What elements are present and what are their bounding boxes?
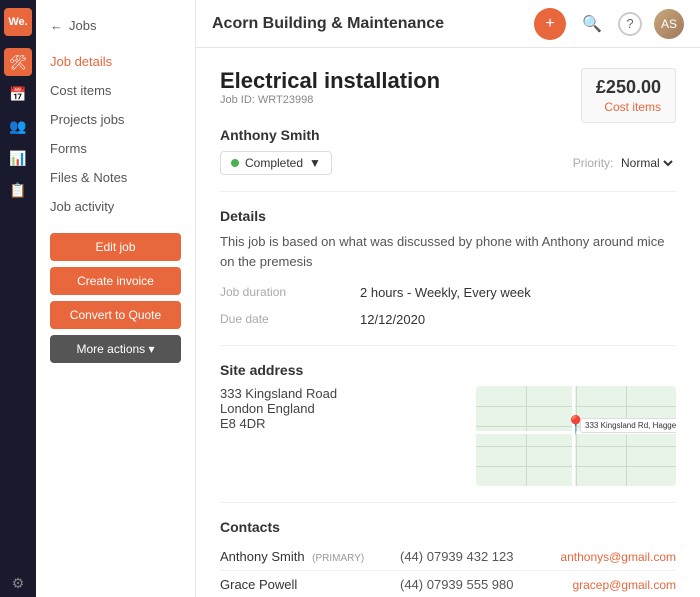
- due-date-value: 12/12/2020: [360, 310, 676, 329]
- sidebar-item-projects-jobs[interactable]: Projects jobs: [36, 105, 195, 134]
- job-title-block: Electrical installation Job ID: WRT23998: [220, 68, 440, 114]
- site-address-section: 333 Kingsland Road London England E8 4DR: [220, 386, 676, 486]
- rail-icon-briefcase[interactable]: 🛠: [4, 48, 32, 76]
- address-line2: London England: [220, 401, 460, 416]
- app-title: Acorn Building & Maintenance: [212, 15, 522, 33]
- map-label: 333 Kingsland Rd, Haggerston, London...: [580, 418, 676, 433]
- convert-to-quote-button[interactable]: Convert to Quote: [50, 301, 181, 329]
- contact1-badge: (PRIMARY): [312, 553, 364, 564]
- top-header: Acorn Building & Maintenance + 🔍 ? AS: [196, 0, 700, 48]
- job-title: Electrical installation: [220, 68, 440, 94]
- contact2-email[interactable]: gracep@gmail.com: [572, 578, 676, 592]
- edit-job-button[interactable]: Edit job: [50, 233, 181, 261]
- sidebar-item-cost-items[interactable]: Cost items: [36, 76, 195, 105]
- contacts-table: Anthony Smith (PRIMARY) (44) 07939 432 1…: [220, 543, 676, 597]
- priority-select[interactable]: Normal High Low: [617, 155, 676, 171]
- sidebar-item-forms[interactable]: Forms: [36, 134, 195, 163]
- price-box: £250.00 Cost items: [581, 68, 676, 123]
- rail-icon-clipboard[interactable]: 📋: [4, 176, 32, 204]
- content-area: Electrical installation Job ID: WRT23998…: [196, 48, 700, 597]
- status-chevron-icon: ▼: [309, 156, 321, 170]
- contact-row-2: Grace Powell (44) 07939 555 980 gracep@g…: [220, 571, 676, 597]
- job-id: Job ID: WRT23998: [220, 94, 440, 106]
- status-dot: [231, 159, 239, 167]
- icon-rail: We. 🛠 📅 👥 📊 📋 ⚙: [0, 0, 36, 597]
- price-amount: £250.00: [596, 77, 661, 98]
- content-main: Electrical installation Job ID: WRT23998…: [196, 48, 700, 597]
- sidebar-action-buttons: Edit job Create invoice Convert to Quote…: [36, 221, 195, 375]
- contact2-name: Grace Powell: [220, 577, 400, 592]
- search-icon[interactable]: 🔍: [578, 10, 606, 38]
- back-to-jobs[interactable]: ← Jobs: [36, 12, 195, 39]
- details-title: Details: [220, 208, 676, 224]
- details-text: This job is based on what was discussed …: [220, 232, 676, 271]
- priority-section: Priority: Normal High Low: [573, 155, 676, 171]
- priority-label: Priority:: [573, 156, 614, 170]
- rail-icon-chart[interactable]: 📊: [4, 144, 32, 172]
- map-grid-v3: [626, 386, 627, 486]
- contacts-title: Contacts: [220, 519, 676, 535]
- more-actions-button[interactable]: More actions ▾: [50, 335, 181, 363]
- rail-icon-settings[interactable]: ⚙: [4, 569, 32, 597]
- rail-icon-users[interactable]: 👥: [4, 112, 32, 140]
- sidebar-item-files-notes[interactable]: Files & Notes: [36, 163, 195, 192]
- contact1-phone: (44) 07939 432 123: [400, 549, 560, 564]
- map-grid-v2: [576, 386, 577, 486]
- map-grid-v1: [526, 386, 527, 486]
- map-road-v1: [572, 386, 575, 486]
- status-row: Completed ▼ Priority: Normal High Low: [220, 151, 676, 175]
- sidebar-item-job-details[interactable]: Job details: [36, 47, 195, 76]
- status-label: Completed: [245, 156, 303, 170]
- back-label: Jobs: [69, 18, 96, 33]
- sidebar-item-job-activity[interactable]: Job activity: [36, 192, 195, 221]
- contact1-name: Anthony Smith (PRIMARY): [220, 549, 400, 564]
- back-arrow-icon: ←: [50, 18, 63, 33]
- map-bg: 📍 333 Kingsland Rd, Haggerston, London..…: [476, 386, 676, 486]
- site-address-text: 333 Kingsland Road London England E8 4DR: [220, 386, 460, 486]
- status-badge[interactable]: Completed ▼: [220, 151, 332, 175]
- info-grid: Job duration 2 hours - Weekly, Every wee…: [220, 283, 676, 329]
- contact1-email[interactable]: anthonys@gmail.com: [560, 550, 676, 564]
- sidebar: ← Jobs Job details Cost items Projects j…: [36, 0, 196, 597]
- job-customer: Anthony Smith: [220, 127, 676, 143]
- cost-items-link[interactable]: Cost items: [596, 100, 661, 114]
- avatar[interactable]: AS: [654, 9, 684, 39]
- contact-row-1: Anthony Smith (PRIMARY) (44) 07939 432 1…: [220, 543, 676, 571]
- app-logo: We.: [4, 8, 32, 36]
- help-icon[interactable]: ?: [618, 12, 642, 36]
- contact2-phone: (44) 07939 555 980: [400, 577, 572, 592]
- job-header: Electrical installation Job ID: WRT23998…: [220, 68, 676, 123]
- due-date-label: Due date: [220, 310, 360, 329]
- avatar-initials: AS: [654, 9, 684, 39]
- site-address-title: Site address: [220, 362, 676, 378]
- rail-icon-calendar[interactable]: 📅: [4, 80, 32, 108]
- address-line3: E8 4DR: [220, 416, 460, 431]
- divider-address: [220, 345, 676, 346]
- main-wrapper: Acorn Building & Maintenance + 🔍 ? AS El…: [196, 0, 700, 597]
- job-duration-label: Job duration: [220, 283, 360, 302]
- job-duration-value: 2 hours - Weekly, Every week: [360, 283, 676, 302]
- add-button[interactable]: +: [534, 8, 566, 40]
- create-invoice-button[interactable]: Create invoice: [50, 267, 181, 295]
- divider-details: [220, 191, 676, 192]
- address-line1: 333 Kingsland Road: [220, 386, 460, 401]
- divider-contacts: [220, 502, 676, 503]
- map-container[interactable]: 📍 333 Kingsland Rd, Haggerston, London..…: [476, 386, 676, 486]
